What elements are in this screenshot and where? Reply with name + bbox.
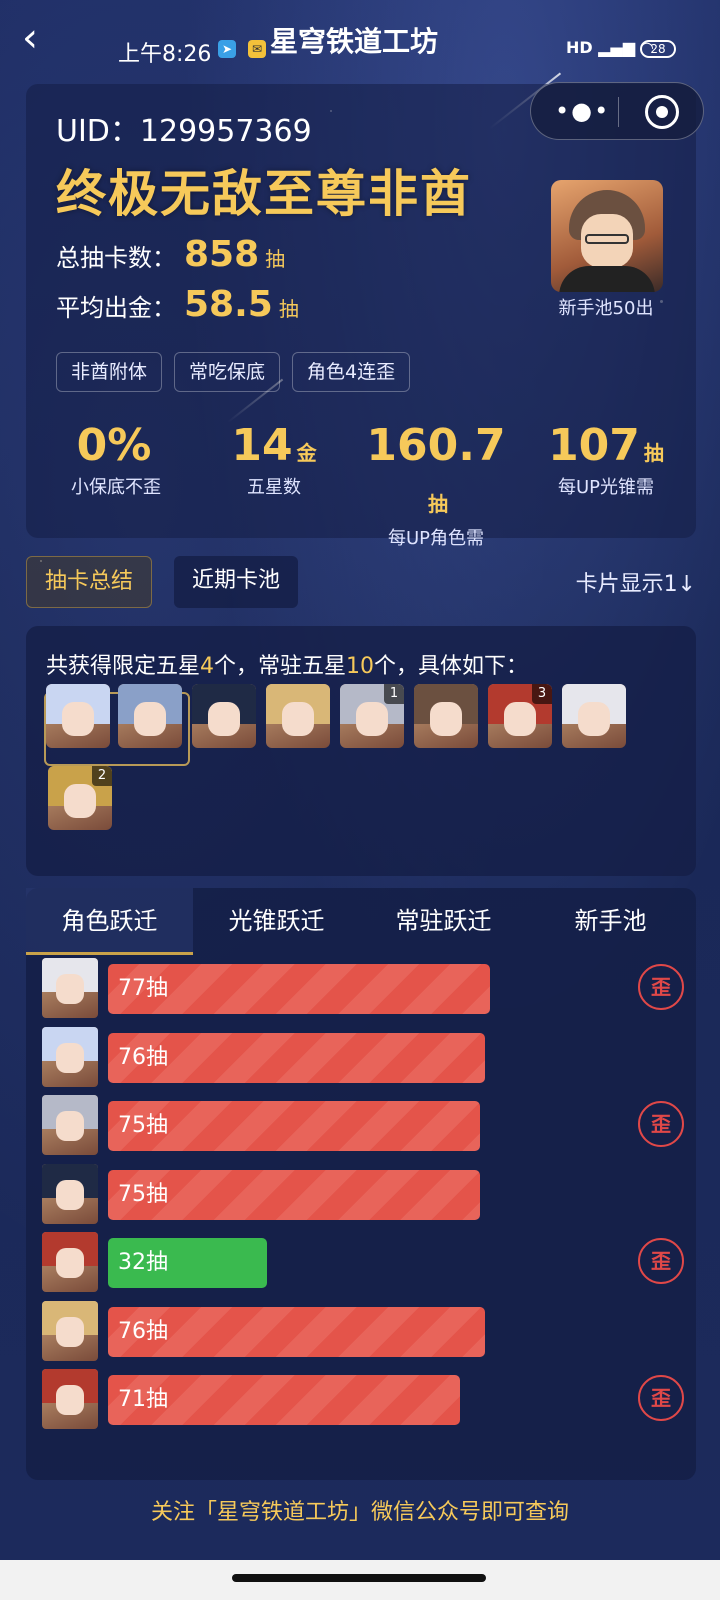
tab-character-warp[interactable]: 角色跃迁	[26, 888, 193, 954]
pull-count-bar: 76抽	[108, 1306, 485, 1357]
character-thumbnail[interactable]: 2	[48, 766, 112, 830]
pull-count-label: 75抽	[118, 1181, 168, 1207]
character-thumbnail[interactable]	[414, 684, 478, 748]
pull-count-bar: 75抽	[108, 1101, 480, 1151]
pull-count-bar: 77抽	[108, 964, 490, 1014]
pull-count-bar: 32抽	[108, 1238, 267, 1288]
lost-5050-stamp: 歪	[638, 1238, 684, 1284]
pull-count-label: 71抽	[118, 1387, 168, 1412]
lost-5050-stamp: 歪	[638, 1101, 684, 1147]
character-avatar	[42, 1369, 98, 1429]
character-thumbnail[interactable]: 3	[488, 684, 552, 748]
warp-row[interactable]: 75抽	[42, 1162, 682, 1226]
tag: 角色4连歪	[292, 352, 411, 392]
character-avatar	[42, 1232, 98, 1292]
avatar-caption: 新手池50出	[558, 298, 654, 319]
warp-row[interactable]: 32抽 歪	[42, 1230, 684, 1294]
warp-row[interactable]: 76抽	[42, 1299, 682, 1363]
tag: 常吃保底	[174, 352, 281, 392]
stat-per-up-char: 160.7抽 每UP角色需	[366, 420, 506, 549]
pull-count-label: 76抽	[118, 1318, 168, 1344]
status-time: 上午8:26	[118, 42, 212, 67]
tab-recent[interactable]: 近期卡池	[174, 556, 299, 608]
warp-row[interactable]: 76抽	[42, 1025, 682, 1089]
pull-count-label: 75抽	[118, 1113, 168, 1138]
count-badge: 3	[532, 684, 552, 704]
back-icon[interactable]: ‹	[22, 18, 62, 58]
more-icon[interactable]: •●•	[555, 97, 610, 125]
app-title: 星穹铁道工坊	[270, 25, 439, 58]
count-badge: 2	[92, 766, 112, 786]
character-avatar	[42, 958, 98, 1018]
avg-pulls: 平均出金： 58.5 抽	[56, 284, 299, 325]
summary-text: 共获得限定五星4个，常驻五星10个，具体如下：	[46, 654, 529, 679]
avatar[interactable]	[551, 180, 663, 292]
status-bar: ‹ 上午8:26 ➤ ✉ 星穹铁道工坊 HD ▂▄▆ ◠ 28	[0, 0, 720, 90]
character-thumbnail[interactable]	[46, 684, 110, 748]
character-thumbnail[interactable]	[118, 684, 182, 748]
stat-no-lose: 0% 小保底不歪	[71, 420, 161, 498]
pull-count-bar: 71抽	[108, 1375, 460, 1425]
active-tab-indicator	[26, 952, 193, 955]
character-avatar	[42, 1163, 98, 1224]
home-indicator	[0, 1560, 720, 1600]
stat-per-up-cone: 107 抽 每UP光锥需	[548, 420, 664, 498]
pull-count-label: 32抽	[118, 1250, 168, 1275]
uid-line: UID：129957369	[56, 114, 312, 149]
warp-panel: 角色跃迁 光锥跃迁 常驻跃迁 新手池 77抽歪 76抽 75抽歪 75抽 32抽歪 76抽…	[26, 888, 696, 1480]
pull-count-bar: 75抽	[108, 1169, 480, 1220]
total-pulls: 总抽卡数： 858 抽	[56, 234, 286, 275]
pull-count-bar: 76抽	[108, 1032, 485, 1083]
profile-card: UID：129957369 终极无敌至尊非酋 总抽卡数： 858 抽 平均出金： 58…	[26, 84, 696, 549]
close-target-icon[interactable]	[645, 95, 679, 129]
character-thumbnail[interactable]	[266, 684, 330, 748]
warp-row[interactable]: 71抽 歪	[42, 1367, 684, 1431]
pull-count-label: 77抽	[118, 976, 168, 1001]
warp-row[interactable]: 77抽 歪	[42, 956, 684, 1020]
footer-note: 关注「星穹铁道工坊」微信公众号即可查询	[150, 1500, 569, 1525]
mail-icon: ✉	[248, 40, 266, 58]
lost-5050-stamp: 歪	[638, 964, 684, 1010]
character-avatar	[42, 1026, 98, 1087]
stat-five-star: 14 金 五星数	[231, 420, 317, 498]
battery-icon: 28	[640, 40, 676, 58]
character-avatar	[42, 1095, 98, 1155]
character-thumbnail[interactable]	[192, 684, 256, 748]
tab-standard-warp[interactable]: 常驻跃迁	[360, 888, 527, 954]
tab-summary[interactable]: 抽卡总结	[26, 556, 153, 608]
character-thumbnail[interactable]	[562, 684, 626, 748]
tab-lightcone-warp[interactable]: 光锥跃迁	[193, 888, 360, 954]
tab-beginner-warp[interactable]: 新手池	[527, 888, 694, 954]
nickname: 终极无敌至尊非酋	[56, 165, 472, 223]
summary-panel: 共获得限定五星4个，常驻五星10个，具体如下： 1 3 2	[26, 626, 696, 876]
telegram-icon: ➤	[218, 40, 236, 58]
warp-row[interactable]: 75抽 歪	[42, 1093, 684, 1157]
character-avatar	[42, 1300, 98, 1361]
sort-toggle[interactable]: 卡片显示1↓	[576, 566, 696, 598]
tag: 非酋附体	[56, 352, 163, 392]
mini-program-capsule: •●•	[530, 82, 704, 140]
pull-count-label: 76抽	[118, 1044, 168, 1070]
count-badge: 1	[384, 684, 404, 704]
lost-5050-stamp: 歪	[638, 1375, 684, 1421]
character-thumbnail[interactable]: 1	[340, 684, 404, 748]
